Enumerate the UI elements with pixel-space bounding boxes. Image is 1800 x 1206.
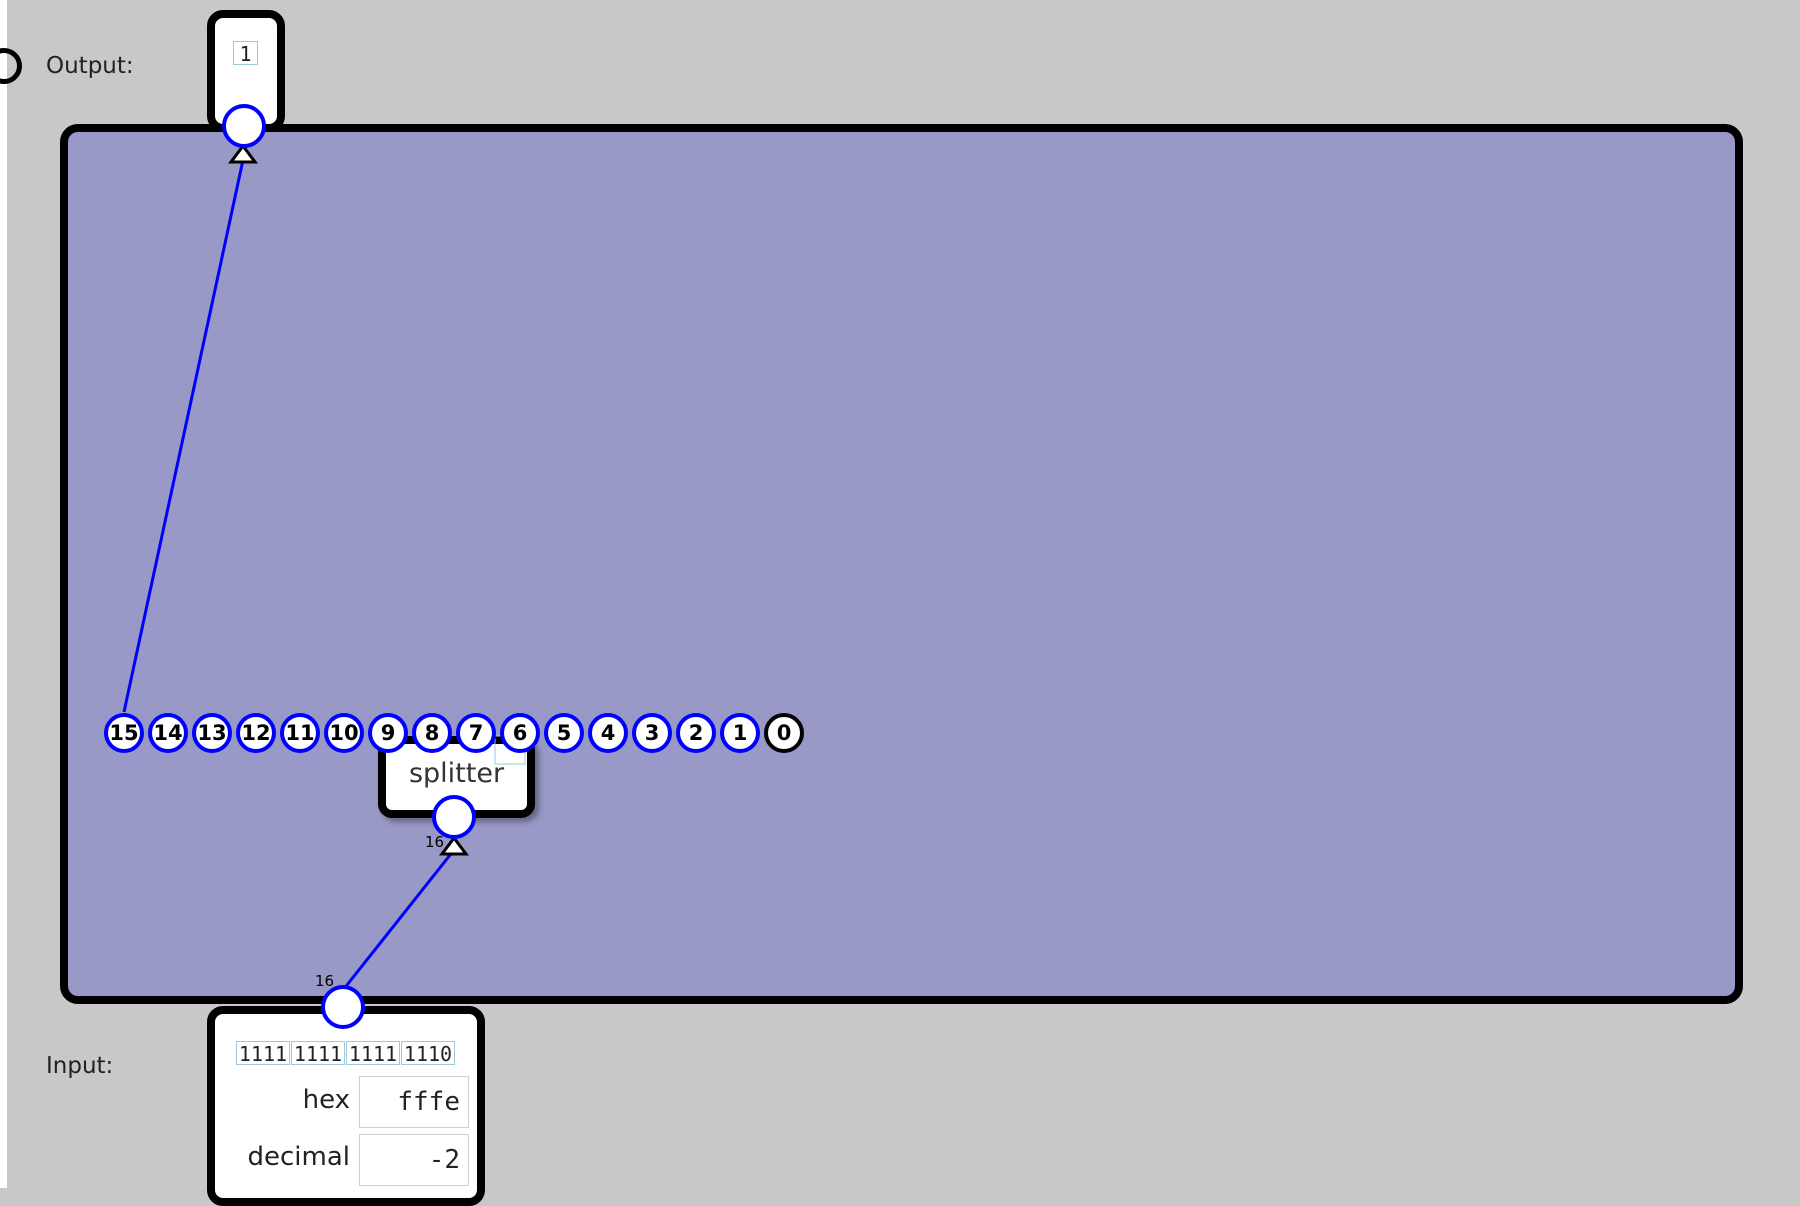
- input-nibble[interactable]: 1110: [401, 1041, 455, 1066]
- splitter-bit-2[interactable]: 2: [676, 713, 716, 753]
- input-nibble[interactable]: 1111: [346, 1041, 400, 1066]
- splitter-bit-6[interactable]: 6: [500, 713, 540, 753]
- splitter-width-label: 16: [425, 833, 445, 851]
- circuit-canvas[interactable]: [60, 124, 1743, 1004]
- splitter-bit-12[interactable]: 12: [236, 713, 276, 753]
- splitter-bit-3[interactable]: 3: [632, 713, 672, 753]
- splitter-input-port[interactable]: [432, 795, 476, 839]
- partial-circle-icon: [0, 48, 22, 84]
- splitter-bit-8[interactable]: 8: [412, 713, 452, 753]
- input-nibble[interactable]: 1111: [236, 1041, 290, 1066]
- splitter-bit-7[interactable]: 7: [456, 713, 496, 753]
- splitter-bit-1[interactable]: 1: [720, 713, 760, 753]
- hex-field[interactable]: fffe: [359, 1076, 469, 1128]
- decimal-field[interactable]: -2: [359, 1134, 469, 1186]
- input-output-port[interactable]: [321, 985, 365, 1029]
- splitter-bit-15[interactable]: 15: [104, 713, 144, 753]
- splitter-bit-13[interactable]: 13: [192, 713, 232, 753]
- splitter-bit-14[interactable]: 14: [148, 713, 188, 753]
- output-bit-value: 1: [233, 41, 258, 66]
- splitter-bit-5[interactable]: 5: [544, 713, 584, 753]
- splitter-bit-4[interactable]: 4: [588, 713, 628, 753]
- input-label: Input:: [46, 1053, 114, 1079]
- splitter-bit-11[interactable]: 11: [280, 713, 320, 753]
- output-port[interactable]: [222, 104, 266, 148]
- decimal-label: decimal: [247, 1142, 350, 1172]
- output-label: Output:: [46, 53, 134, 79]
- splitter-bit-0[interactable]: 0: [764, 713, 804, 753]
- hex-label: hex: [302, 1085, 350, 1115]
- left-edge-strip: [0, 0, 7, 1188]
- splitter-label: splitter: [408, 758, 505, 789]
- input-nibble[interactable]: 1111: [291, 1041, 345, 1066]
- splitter-bit-10[interactable]: 10: [324, 713, 364, 753]
- splitter-bit-9[interactable]: 9: [368, 713, 408, 753]
